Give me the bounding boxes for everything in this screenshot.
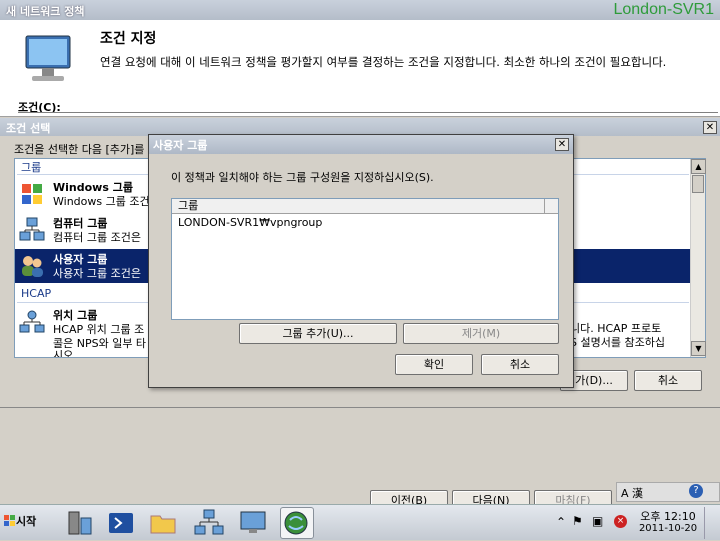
clock-time[interactable]: 오후 12:10	[638, 508, 698, 524]
condition-select-instruction: 조건을 선택한 다음 [추가]를	[14, 143, 145, 156]
network-icon[interactable]	[192, 507, 226, 539]
powershell-icon[interactable]	[104, 507, 138, 539]
header-divider	[0, 116, 720, 117]
location-group-icon	[19, 310, 45, 333]
start-label: 시작	[16, 515, 37, 528]
page-heading: 조건 지정	[100, 31, 157, 47]
wizard-title: 새 네트워크 정책	[6, 5, 85, 18]
start-button[interactable]: 시작	[2, 511, 44, 535]
condition-list-scrollbar[interactable]: ▲ ▼	[690, 159, 706, 357]
condition-desc-fragment: S 설명서를 참조하십	[570, 336, 665, 349]
condition-select-title: 조건 선택	[6, 122, 51, 135]
server-manager-icon[interactable]	[62, 507, 96, 539]
ok-button[interactable]: 확인	[395, 354, 473, 375]
clock-date[interactable]: 2011-10-20	[638, 523, 698, 534]
group-list-item[interactable]: LONDON-SVR1₩vpngroup	[178, 216, 322, 229]
user-group-instruction: 이 정책과 일치해야 하는 그룹 구성원을 지정하십시오(S).	[171, 171, 434, 184]
condition-select-cancel-button[interactable]: 취소	[634, 370, 702, 391]
scroll-down-button[interactable]: ▼	[691, 341, 706, 356]
wizard-footer	[0, 408, 720, 504]
language-bar[interactable]: A 漢 ?	[616, 482, 720, 502]
scroll-thumb[interactable]	[692, 175, 704, 193]
nps-console-icon[interactable]	[280, 507, 314, 539]
computer-group-icon	[19, 217, 45, 241]
action-center-flag-icon[interactable]: ⚑	[572, 514, 583, 528]
help-icon[interactable]: ?	[689, 484, 703, 498]
user-group-dialog: 사용자 그룹 ✕ 이 정책과 일치해야 하는 그룹 구성원을 지정하십시오(S)…	[148, 134, 574, 388]
monitor-icon	[25, 35, 71, 81]
wizard-header: 조건 지정 연결 요청에 대해 이 네트워크 정책을 평가할지 여부를 결정하는…	[0, 20, 720, 117]
remote-desktop-icon[interactable]	[236, 507, 270, 539]
condition-item-desc: 사용자 그룹 조건은	[53, 267, 141, 280]
condition-item-desc: 컴퓨터 그룹 조건은	[53, 231, 141, 244]
add-group-button[interactable]: 그룹 추가(U)...	[239, 323, 397, 344]
user-group-title: 사용자 그룹	[153, 139, 208, 152]
column-header-filler	[544, 199, 558, 214]
condition-item-desc-line3: 시오.	[53, 349, 77, 358]
condition-select-close-button[interactable]: ✕	[703, 121, 717, 134]
show-desktop-button[interactable]	[704, 507, 718, 539]
cancel-button[interactable]: 취소	[481, 354, 559, 375]
page-description: 연결 요청에 대해 이 네트워크 정책을 평가할지 여부를 결정하는 조건을 지…	[100, 55, 667, 69]
user-group-title-bar: 사용자 그룹	[149, 135, 573, 154]
conditions-divider	[18, 112, 718, 113]
taskbar: 시작 ⌃ ⚑ ▣ × 오후 12:10 2011-10-20	[0, 504, 720, 540]
network-tray-icon[interactable]: ▣	[592, 514, 603, 528]
group-list[interactable]: 그룹 LONDON-SVR1₩vpngroup	[171, 198, 559, 320]
condition-item-desc: Windows 그룹 조건	[53, 195, 150, 208]
group-column-header[interactable]: 그룹	[172, 199, 544, 214]
volume-muted-icon[interactable]: ×	[614, 515, 627, 528]
user-group-icon	[22, 256, 43, 277]
remove-group-button[interactable]: 제거(M)	[403, 323, 559, 344]
explorer-folder-icon[interactable]	[146, 507, 180, 539]
user-group-close-button[interactable]: ✕	[555, 138, 569, 151]
tray-expand-icon[interactable]: ⌃	[556, 515, 566, 529]
windows-logo-icon	[4, 515, 15, 526]
server-name-label: London-SVR1	[613, 1, 714, 18]
windows-group-icon	[22, 184, 42, 204]
scroll-up-button[interactable]: ▲	[691, 159, 706, 174]
wizard-title-bar: 새 네트워크 정책	[0, 0, 720, 20]
language-indicator[interactable]: A 漢	[621, 485, 643, 501]
